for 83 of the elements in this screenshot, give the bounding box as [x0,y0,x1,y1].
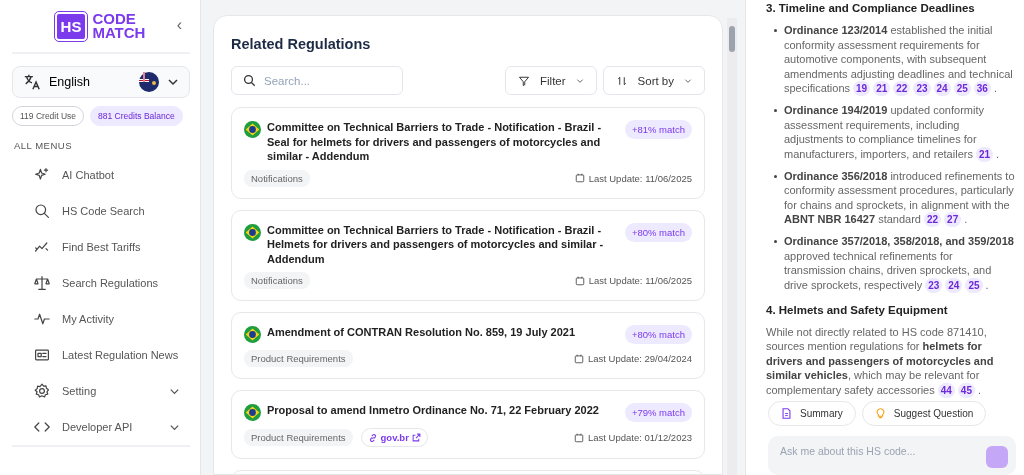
translate-icon [23,73,41,91]
scrollbar[interactable] [727,18,737,475]
chevron-down-icon [684,76,692,85]
regulation-title: Amendment of CONTRAN Resolution No. 859, 19 July 2021 [267,325,577,340]
sort-button[interactable]: Sort by [602,66,705,95]
search-icon [34,203,50,219]
last-update-date: Last Update: 11/06/2025 [588,172,692,184]
match-badge: +81% match [624,120,692,139]
last-update-date: Last Update: 29/04/2024 [587,353,692,364]
chat-input-field[interactable]: Ask me about this HS code... [768,436,1016,475]
flag-icon [139,72,159,92]
regulation-title: Proposal to amend Inmetro Ordinance No. 71, 22 February 2022 [267,403,600,418]
chevron-down-icon [167,76,179,88]
category-tag: Product Requirements [244,429,353,446]
scale-icon [34,275,50,291]
paragraph-text: While not directly related to HS code 871410, sources mention regulations for helmets for drivers and passengers of motorcycles and similar vehicles, which may be relevant for complementary safety accessories 44 45 . [765,324,995,398]
match-badge: +79% match [624,403,692,422]
section-heading: 3. Timeline and Compliance Deadlines [765,1,976,16]
document-icon [781,408,792,420]
logo-text: MATCH [92,26,146,40]
trend-line-icon [34,239,50,255]
menu-item[interactable]: Find Best Tariffs [8,229,194,265]
bullet-icon [774,240,777,243]
sort-arrows-icon [615,74,628,87]
menu-heading: ALL MENUS [14,140,73,151]
calendar-icon [574,173,585,183]
regulation-title: Committee on Technical Barriers to Trade - Notification - Brazil - Helmets for drivers and passengers of motorcycles and similar - Addendum [267,222,605,266]
panel-title: Related Regulations [231,36,372,52]
bullet-text: Ordinance 123/2014 established the initial conformity assessment requirements for automotive components, with subsequent amendments adjusting deadlines and technical specifications 19 21 22 23 24 25 36 . [784,23,1014,96]
calendar-icon [574,275,585,286]
menu-item[interactable]: Setting [8,373,194,409]
match-badge: +80% match [624,325,692,344]
category-tag: Notifications [244,169,310,187]
pulse-icon [34,311,50,327]
last-update-date: Last Update: 01/12/2023 [587,432,692,443]
flag-icon [244,121,261,138]
collapse-button[interactable]: ‹ [176,16,182,34]
match-badge: +80% match [624,222,692,242]
settings-icon [34,383,50,399]
regulation-card[interactable]: Committee on Technical Barriers to Trade - Notification - Brazil - Helmets for drivers and passengers of motorcycles and similar - Addendum +80% match Notifications Last Update: 11/06/2025 [231,209,705,301]
search-icon [243,74,256,87]
logo-text: CODE [92,12,137,26]
flag-icon [244,326,261,343]
external-link-icon [411,433,421,442]
menu-item[interactable]: Search Regulations [8,265,194,301]
category-tag: Product Requirements [244,350,353,367]
section-heading: 4. Helmets and Safety Equipment [765,302,949,318]
language-selector[interactable]: English [12,66,190,98]
bullet-text: Ordinance 357/2018, 358/2018, and 359/2018 approved technical refinements for transmission chains, driven sprockets, and drive sprockets, respectively 23 24 25 . [784,234,1015,293]
menu-item[interactable]: AI Chatbot [8,157,194,193]
menu-item[interactable]: Developer API [8,409,194,445]
link-icon [367,432,378,443]
filter-button[interactable]: Filter [505,66,597,95]
menu-item[interactable]: My Activity [8,301,194,337]
regulation-card[interactable]: Amendment of CONTRAN Resolution No. 859, 19 July 2021 +80% match Product Requirements Last Update: 29/04/2024 [231,312,705,379]
credit-badge: 881 Credits Balance [90,106,183,126]
bullet-text: Ordinance 356/2018 introduced refinements to conformity assessment procedures, particularly for chains and sprockets, in alignment with the ABNT NBR 16427 standard 22 27 . [784,168,1016,227]
regulation-title: Committee on Technical Barriers to Trade - Notification - Brazil - Seal for helmets for drivers and passengers of motorcycles and similar - Addendum [267,120,603,164]
summary-button[interactable]: Summary [768,401,856,427]
last-update-date: Last Update: 11/06/2025 [588,275,692,286]
send-button[interactable] [986,446,1008,469]
flag-icon [244,404,261,421]
logo-badge: HS [56,13,86,39]
search-field[interactable]: Search... [231,66,403,95]
menu-item[interactable]: Latest Regulation News [8,337,194,373]
lightbulb-icon [874,408,886,420]
bullet-icon [774,174,777,178]
regulation-card[interactable]: Committee on Technical Barriers to Trade - Notification - Brazil - Seal for helmets for drivers and passengers of motorcycles and similar - Addendum +81% match Notifications Last Update: 11/06/2025 [231,107,705,199]
calendar-icon [573,432,584,443]
menu-item[interactable]: HS Code Search [8,193,194,229]
chevron-down-icon [575,76,584,85]
bullet-text: Ordinance 194/2019 updated conformity assessment requirements, including adjustments to compliance timelines for manufacturers, importers, and retailers 21 . [784,103,1001,162]
newspaper-icon [34,347,50,363]
bullet-icon [774,109,777,112]
sparkles-icon [34,167,50,183]
bullet-icon [774,29,777,32]
code-brackets-icon [34,419,50,435]
regulation-card[interactable]: Proposal to amend Inmetro Ordinance No. 71, 22 February 2022 +79% match Product Requirements gov.br Last Update: 01/12/2023 [231,390,705,459]
suggest-question-button[interactable]: Suggest Question [861,401,987,427]
flag-icon [244,223,261,241]
calendar-icon [573,353,584,364]
category-tag: Notifications [244,272,310,289]
funnel-icon [518,74,530,87]
